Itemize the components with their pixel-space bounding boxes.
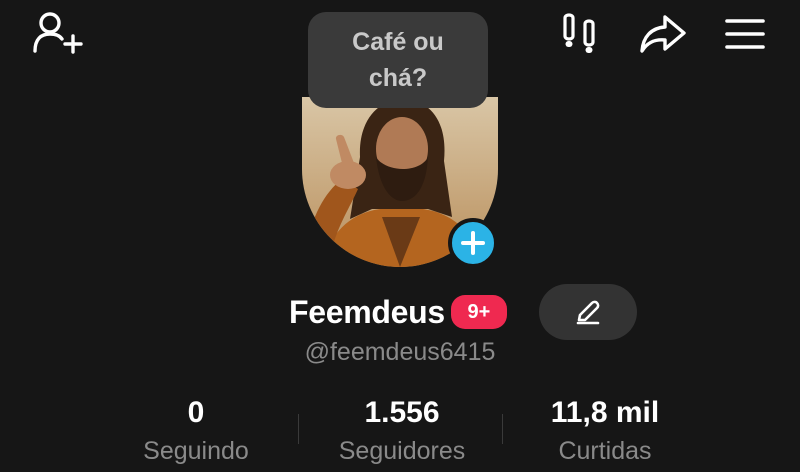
stat-followers[interactable]: 1.556 Seguidores	[322, 392, 482, 468]
stat-label: Curtidas	[558, 437, 652, 465]
stat-divider	[298, 414, 299, 444]
menu-icon	[725, 19, 765, 49]
share-icon	[640, 15, 686, 53]
stat-divider	[502, 414, 503, 444]
edit-profile-button[interactable]	[539, 284, 637, 340]
stat-value: 1.556	[364, 396, 440, 429]
share-profile-button[interactable]	[636, 10, 690, 58]
username: @feemdeus6415	[304, 338, 496, 366]
display-name: Feemdeus	[289, 293, 445, 330]
add-story-button[interactable]	[448, 218, 498, 268]
footprints-icon	[563, 13, 595, 53]
note-bubble[interactable]: Café ou chá?	[308, 12, 488, 108]
stat-following[interactable]: 0 Seguindo	[126, 392, 266, 468]
profile-name-row: Feemdeus 9+	[289, 286, 507, 338]
notification-badge[interactable]: 9+	[450, 295, 507, 329]
pencil-icon	[576, 300, 600, 325]
note-text: Café ou chá?	[352, 28, 444, 92]
stat-value: 11,8 mil	[550, 396, 660, 429]
plus-icon	[461, 231, 485, 255]
stat-label: Seguindo	[143, 437, 249, 465]
menu-button[interactable]	[720, 10, 770, 58]
add-friend-icon	[33, 12, 83, 54]
profile-views-button[interactable]	[556, 10, 606, 58]
stat-value: 0	[187, 396, 205, 429]
profile-stats: 0 Seguindo 1.556 Seguidores 11,8 mil Cur…	[0, 392, 800, 472]
stat-likes[interactable]: 11,8 mil Curtidas	[538, 392, 672, 468]
add-friend-button[interactable]	[30, 10, 86, 58]
stat-label: Seguidores	[338, 437, 466, 465]
